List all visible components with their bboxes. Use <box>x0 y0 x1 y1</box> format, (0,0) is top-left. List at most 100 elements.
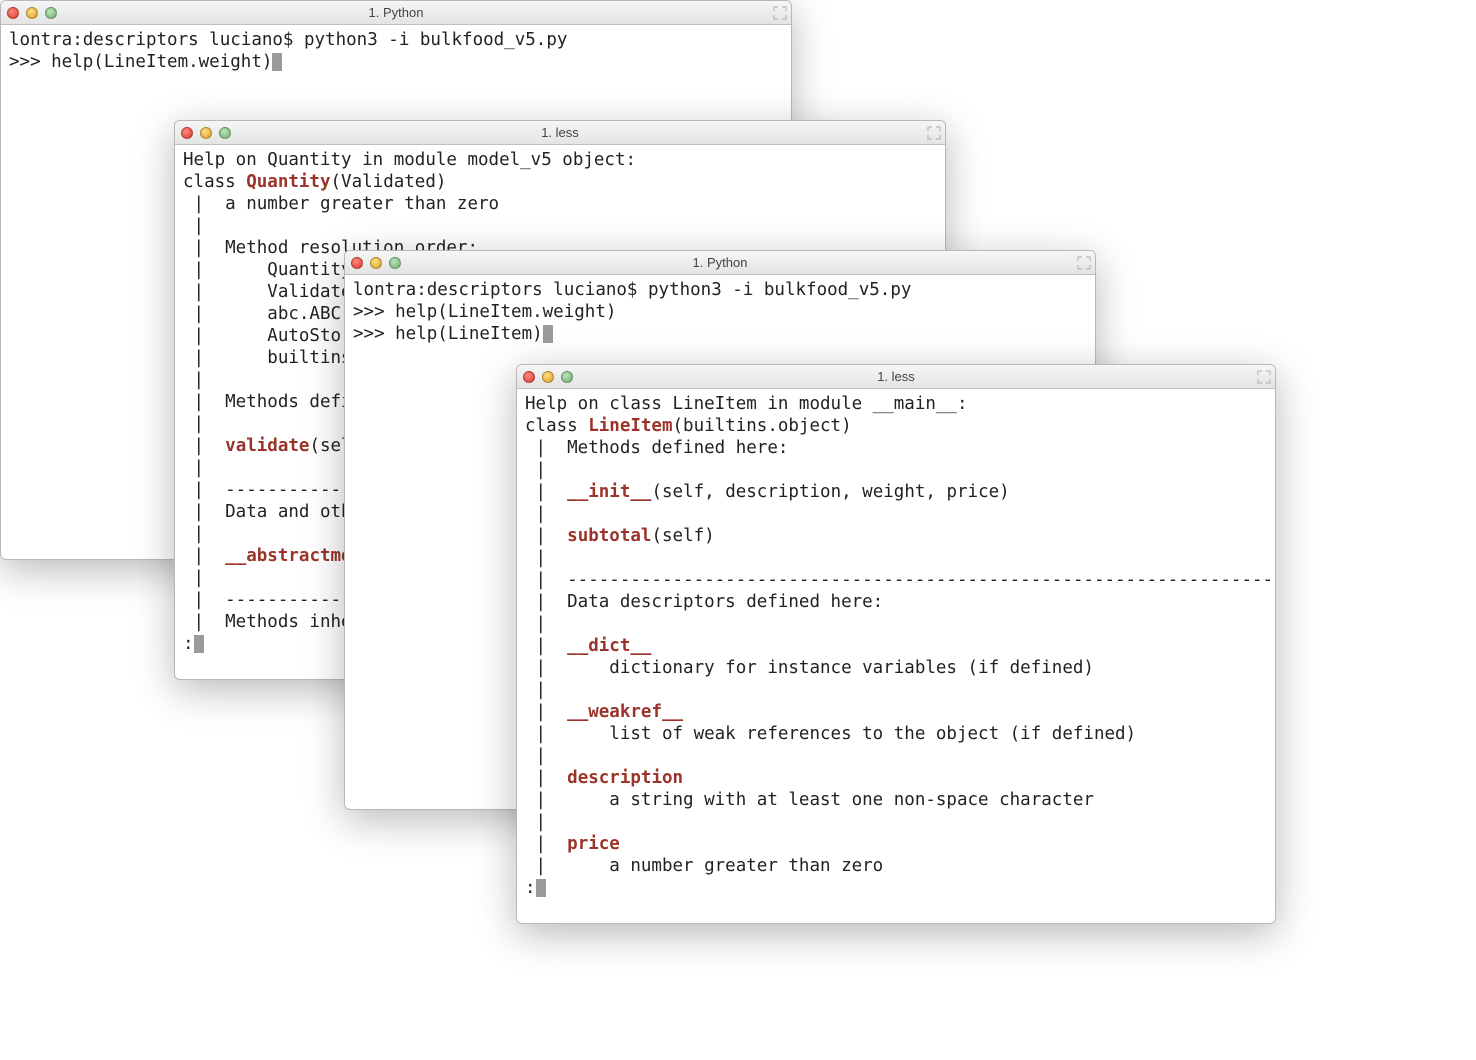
highlighted-text: LineItem <box>588 416 672 436</box>
terminal-line: | subtotal(self) <box>525 525 1267 547</box>
terminal-line: | __init__(self, description, weight, pr… <box>525 481 1267 503</box>
terminal-line: | __dict__ <box>525 635 1267 657</box>
terminal-text: (self, description, weight, price) <box>651 482 1009 502</box>
terminal-text: | Quantity <box>183 260 352 280</box>
terminal-line: | <box>525 613 1267 635</box>
traffic-lights <box>181 127 231 139</box>
expand-icon[interactable] <box>773 5 787 19</box>
expand-icon[interactable] <box>927 125 941 139</box>
close-icon[interactable] <box>351 257 363 269</box>
minimize-icon[interactable] <box>542 371 554 383</box>
terminal-line: class LineItem(builtins.object) <box>525 415 1267 437</box>
terminal-text: | <box>525 834 567 854</box>
terminal-line: lontra:descriptors luciano$ python3 -i b… <box>353 279 1087 301</box>
highlighted-text: validate <box>225 436 309 456</box>
highlighted-text: subtotal <box>567 526 651 546</box>
terminal-text: | <box>183 458 225 478</box>
terminal-text: (self) <box>651 526 714 546</box>
cursor-icon <box>543 325 553 343</box>
terminal-line: class Quantity(Validated) <box>183 171 937 193</box>
highlighted-text: __dict__ <box>567 636 651 656</box>
minimize-icon[interactable] <box>370 257 382 269</box>
terminal-text: | <box>183 546 225 566</box>
terminal-text: class <box>183 172 246 192</box>
close-icon[interactable] <box>181 127 193 139</box>
terminal-line: | Data descriptors defined here: <box>525 591 1267 613</box>
titlebar[interactable]: 1. Python <box>345 251 1095 275</box>
traffic-lights <box>523 371 573 383</box>
terminal-content[interactable]: lontra:descriptors luciano$ python3 -i b… <box>1 25 791 79</box>
zoom-icon[interactable] <box>219 127 231 139</box>
close-icon[interactable] <box>7 7 19 19</box>
traffic-lights <box>7 7 57 19</box>
highlighted-text: __weakref__ <box>567 702 683 722</box>
terminal-text: Help on class LineItem in module __main_… <box>525 394 968 414</box>
terminal-line: >>> help(LineItem.weight) <box>353 301 1087 323</box>
terminal-line: Help on Quantity in module model_v5 obje… <box>183 149 937 171</box>
terminal-text: | <box>525 680 567 700</box>
highlighted-text: Quantity <box>246 172 330 192</box>
terminal-text: | <box>525 746 567 766</box>
terminal-line: | list of weak references to the object … <box>525 723 1267 745</box>
close-icon[interactable] <box>523 371 535 383</box>
terminal-text: >>> help(LineItem.weight) <box>9 52 272 72</box>
terminal-text: | abc.ABC <box>183 304 341 324</box>
terminal-content[interactable]: lontra:descriptors luciano$ python3 -i b… <box>345 275 1095 351</box>
terminal-text: | <box>183 436 225 456</box>
terminal-text: class <box>525 416 588 436</box>
window-title: 1. Python <box>345 255 1095 270</box>
terminal-window-4[interactable]: 1. less Help on class LineItem in module… <box>516 364 1276 924</box>
terminal-line: | dictionary for instance variables (if … <box>525 657 1267 679</box>
terminal-text: | list of weak references to the object … <box>525 724 1136 744</box>
highlighted-text: description <box>567 768 683 788</box>
titlebar[interactable]: 1. less <box>175 121 945 145</box>
terminal-text: (Validated) <box>331 172 447 192</box>
terminal-text: | <box>183 414 225 434</box>
terminal-line: | price <box>525 833 1267 855</box>
cursor-icon <box>272 53 282 71</box>
expand-icon[interactable] <box>1077 255 1091 269</box>
highlighted-text: price <box>567 834 620 854</box>
terminal-text: | <box>525 614 567 634</box>
terminal-line: | <box>525 503 1267 525</box>
minimize-icon[interactable] <box>200 127 212 139</box>
terminal-text: | <box>183 568 225 588</box>
terminal-line: >>> help(LineItem) <box>353 323 1087 345</box>
highlighted-text: __init__ <box>567 482 651 502</box>
terminal-text: >>> help(LineItem.weight) <box>353 302 616 322</box>
terminal-line: Help on class LineItem in module __main_… <box>525 393 1267 415</box>
expand-icon[interactable] <box>1257 369 1271 383</box>
terminal-text: | <box>183 524 225 544</box>
terminal-text: Help on Quantity in module model_v5 obje… <box>183 150 636 170</box>
terminal-line: | --------------------------------------… <box>525 569 1267 591</box>
terminal-text: | a number greater than zero <box>525 856 883 876</box>
titlebar[interactable]: 1. less <box>517 365 1275 389</box>
terminal-line: | <box>525 547 1267 569</box>
terminal-text: | <box>525 526 567 546</box>
terminal-content[interactable]: Help on class LineItem in module __main_… <box>517 389 1275 905</box>
terminal-text: | --------------------------------------… <box>525 570 1276 590</box>
zoom-icon[interactable] <box>561 371 573 383</box>
terminal-text: lontra:descriptors luciano$ python3 -i b… <box>9 30 567 50</box>
terminal-text: | <box>525 702 567 722</box>
terminal-text: | <box>525 812 567 832</box>
terminal-text: | <box>525 548 567 568</box>
terminal-text: (builtins.object) <box>673 416 852 436</box>
terminal-line: | <box>525 811 1267 833</box>
terminal-line: | Methods defined here: <box>525 437 1267 459</box>
terminal-text: | a number greater than zero <box>183 194 499 214</box>
cursor-icon <box>536 879 546 897</box>
terminal-line: | <box>183 215 937 237</box>
terminal-line: | a number greater than zero <box>525 855 1267 877</box>
zoom-icon[interactable] <box>389 257 401 269</box>
terminal-text: | Methods defined here: <box>525 438 788 458</box>
minimize-icon[interactable] <box>26 7 38 19</box>
titlebar[interactable]: 1. Python <box>1 1 791 25</box>
terminal-line: | <box>525 459 1267 481</box>
terminal-text: lontra:descriptors luciano$ python3 -i b… <box>353 280 911 300</box>
zoom-icon[interactable] <box>45 7 57 19</box>
window-title: 1. less <box>175 125 945 140</box>
terminal-text: | <box>525 504 567 524</box>
terminal-text: | <box>525 482 567 502</box>
terminal-text: | <box>525 460 567 480</box>
